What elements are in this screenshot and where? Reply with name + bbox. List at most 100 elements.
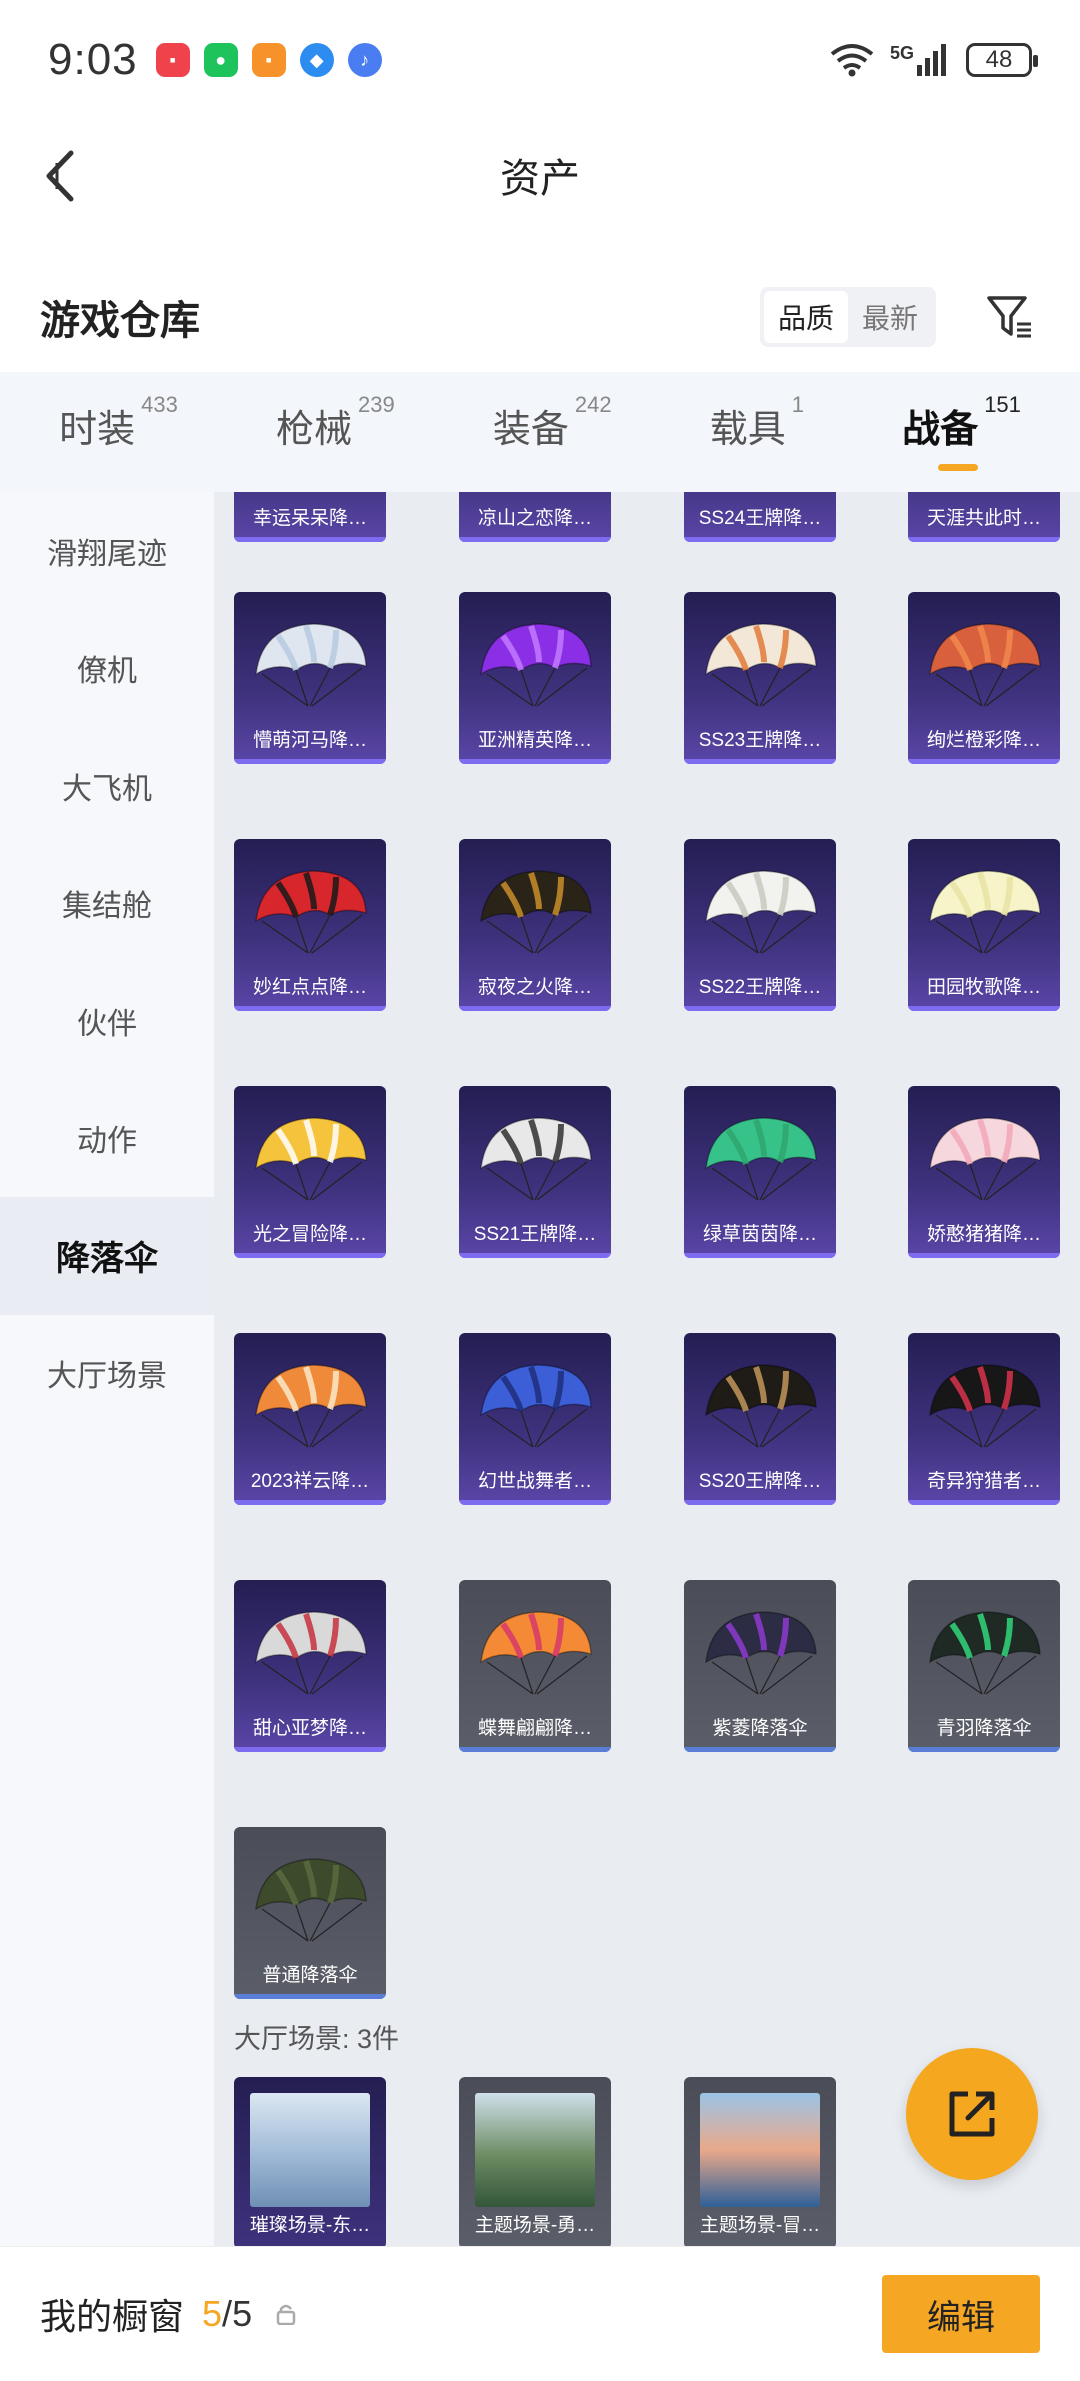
filter-icon	[987, 296, 1031, 338]
parachute-card[interactable]: 青羽降落伞	[908, 1580, 1060, 1752]
filter-button[interactable]	[980, 287, 1040, 347]
parachute-name: 娇憨猪猪降…	[926, 1224, 1041, 1245]
parachute-card[interactable]: 蝶舞翩翩降…	[459, 1580, 611, 1752]
showcase-current: 5	[202, 2293, 223, 2334]
parachute-icon	[705, 870, 817, 954]
tab-fashion[interactable]: 时装 433	[59, 392, 178, 467]
quality-bar	[908, 1006, 1060, 1011]
sort-toggle: 品质 最新	[759, 287, 936, 347]
parachute-card[interactable]: 凉山之恋降…	[459, 492, 611, 542]
edit-button[interactable]: 编辑	[882, 2275, 1040, 2353]
parachute-card[interactable]: 幻世战舞者…	[459, 1333, 611, 1505]
parachute-card[interactable]: SS23王牌降…	[684, 592, 836, 764]
parachute-name: 甜心亚梦降…	[252, 1718, 367, 1739]
sidebar-item-wingman[interactable]: 僚机	[0, 610, 214, 728]
parachute-card[interactable]: 光之冒险降…	[234, 1086, 386, 1258]
parachute-icon	[929, 623, 1041, 707]
parachute-card[interactable]: 寂夜之火降…	[459, 839, 611, 1011]
sidebar-item-companion[interactable]: 伙伴	[0, 962, 214, 1080]
category-tabs: 时装 433 枪械 239 装备 242 载具 1 战备 151	[0, 372, 1080, 492]
parachute-name: 幻世战舞者…	[477, 1471, 592, 1492]
parachute-card[interactable]: 妙红点点降…	[234, 839, 386, 1011]
parachute-card[interactable]: 田园牧歌降…	[908, 839, 1060, 1011]
parachute-card[interactable]: SS20王牌降…	[684, 1333, 836, 1505]
parachute-icon	[480, 1117, 592, 1201]
share-button[interactable]	[906, 2048, 1038, 2180]
parachute-card[interactable]: 甜心亚梦降…	[234, 1580, 386, 1752]
parachute-card[interactable]: SS21王牌降…	[459, 1086, 611, 1258]
parachute-icon	[255, 1611, 367, 1695]
parachute-icon	[255, 870, 367, 954]
scene-thumbnail	[475, 2093, 595, 2207]
parachute-name: 奇异狩猎者…	[926, 1471, 1041, 1492]
parachute-card[interactable]: 紫菱降落伞	[684, 1580, 836, 1752]
parachute-card[interactable]: SS24王牌降…	[684, 492, 836, 542]
parachute-name: 幸运呆呆降…	[252, 508, 367, 529]
quality-bar	[459, 1747, 611, 1752]
parachute-card[interactable]: 亚洲精英降…	[459, 592, 611, 764]
active-tab-indicator	[937, 463, 978, 471]
parachute-card[interactable]: 幸运呆呆降…	[234, 492, 386, 542]
parachute-card[interactable]: 绚烂橙彩降…	[908, 592, 1060, 764]
parachute-card[interactable]: 天涯共此时…	[908, 492, 1060, 542]
parachute-icon	[929, 1364, 1041, 1448]
quality-bar	[234, 1006, 386, 1011]
parachute-name: SS23王牌降…	[698, 730, 822, 751]
parachute-card[interactable]: 绿草茵茵降…	[684, 1086, 836, 1258]
tab-equipment[interactable]: 装备 242	[492, 392, 612, 467]
parachute-name: 光之冒险降…	[252, 1224, 367, 1245]
tab-count: 433	[141, 391, 178, 417]
quality-bar	[234, 537, 386, 542]
tab-weapons[interactable]: 枪械 239	[276, 392, 395, 467]
back-button[interactable]	[30, 146, 90, 206]
wechat-icon: ●	[203, 43, 238, 77]
share-icon	[949, 2091, 995, 2137]
quality-bar	[234, 759, 386, 764]
parachute-name: SS22王牌降…	[698, 977, 822, 998]
parachute-name: SS21王牌降…	[473, 1224, 597, 1245]
scene-thumbnail	[700, 2093, 820, 2207]
battery-icon: 48	[966, 43, 1038, 77]
scene-name: 主题场景-冒…	[699, 2215, 821, 2236]
parachute-card[interactable]: 娇憨猪猪降…	[908, 1086, 1060, 1258]
signal-icon: 5G	[890, 43, 950, 77]
quality-bar	[684, 537, 836, 542]
status-bar: 9:03 ▪ ● ▪ ◆ ♪ 5G 48	[0, 0, 1080, 120]
parachute-icon	[929, 1611, 1041, 1695]
parachute-card[interactable]: 奇异狩猎者…	[908, 1333, 1060, 1505]
tab-vehicles[interactable]: 载具 1	[710, 392, 804, 467]
parachute-icon	[480, 623, 592, 707]
sidebar-item-airplane[interactable]: 大飞机	[0, 727, 214, 845]
network-type: 5G	[889, 43, 914, 63]
quality-bar	[234, 1500, 386, 1505]
sidebar-item-glide-trail[interactable]: 滑翔尾迹	[0, 492, 214, 610]
parachute-card[interactable]: 2023祥云降…	[234, 1333, 386, 1505]
game-center-icon: ▪	[251, 43, 286, 77]
parachute-card[interactable]: SS22王牌降…	[684, 839, 836, 1011]
lobby-scene-card[interactable]: 主题场景-勇…	[459, 2077, 611, 2246]
lobby-scene-card[interactable]: 璀璨场景-东…	[234, 2077, 386, 2246]
quality-bar	[684, 1500, 836, 1505]
parachute-card[interactable]: 普通降落伞	[234, 1827, 386, 1999]
quality-bar	[459, 1500, 611, 1505]
parachute-name: 亚洲精英降…	[477, 730, 592, 751]
showcase-label: 我的橱窗	[40, 2296, 185, 2337]
sort-by-quality[interactable]: 品质	[763, 291, 848, 343]
tab-label: 装备	[492, 408, 569, 451]
showcase-bar: 我的橱窗 5/5 编辑	[0, 2246, 1080, 2381]
parachute-icon	[929, 870, 1041, 954]
shopping-bag-icon: ▪	[155, 43, 190, 77]
parachute-icon	[255, 1117, 367, 1201]
sidebar-item-rally-pod[interactable]: 集结舱	[0, 845, 214, 963]
browser-icon: ◆	[299, 43, 334, 77]
sort-by-newest[interactable]: 最新	[848, 291, 932, 343]
sidebar-item-parachute[interactable]: 降落伞	[0, 1197, 214, 1315]
lobby-scene-card[interactable]: 主题场景-冒…	[684, 2077, 836, 2246]
showcase-count: 5/5	[202, 2293, 252, 2335]
tab-combat-gear[interactable]: 战备 151	[902, 392, 1021, 471]
tab-label: 时装	[59, 408, 136, 451]
quality-bar	[234, 1747, 386, 1752]
sidebar-item-lobby-scene[interactable]: 大厅场景	[0, 1315, 214, 1433]
sidebar-item-emote[interactable]: 动作	[0, 1080, 214, 1198]
parachute-card[interactable]: 懵萌河马降…	[234, 592, 386, 764]
